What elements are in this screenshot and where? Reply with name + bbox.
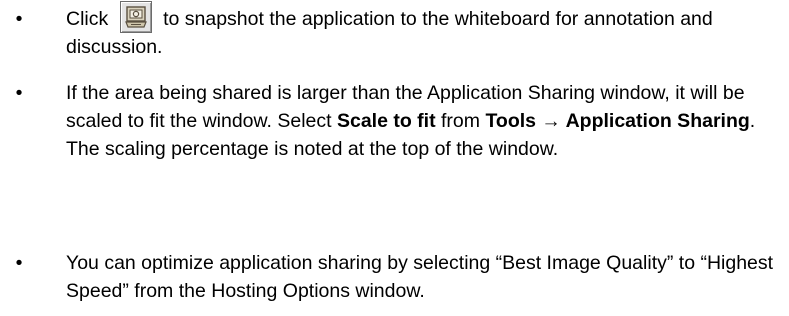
text-segment: Click <box>66 8 114 30</box>
text-segment: You can optimize application sharing by … <box>66 252 774 302</box>
text-segment: to snapshot the application to the white… <box>66 8 713 58</box>
bullet-text: You can optimize application sharing by … <box>66 249 781 305</box>
text-segment: from <box>435 110 486 132</box>
bold-term-scale-to-fit: Scale to fit <box>336 110 436 132</box>
document-page: • Click to snapshot the application to t… <box>0 0 789 316</box>
snapshot-camera-icon[interactable] <box>119 1 152 33</box>
bullet-marker: • <box>15 8 23 30</box>
bullet-text: If the area being shared is larger than … <box>66 79 781 163</box>
bullet-text: Click to snapshot the application to the… <box>66 1 781 61</box>
bold-menu-path: Tools → Application Sharing <box>485 110 750 132</box>
bullet-marker: • <box>15 252 23 274</box>
bullet-marker: • <box>15 82 23 104</box>
